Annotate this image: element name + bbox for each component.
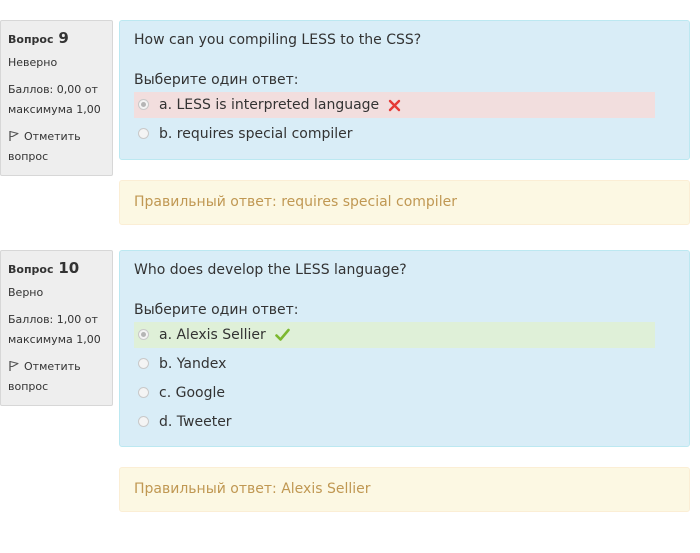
radio-button[interactable] (138, 128, 149, 139)
answer-option-b[interactable]: b. Yandex (134, 351, 655, 377)
question-info: Вопрос 10 Верно Баллов: 1,00 от максимум… (0, 250, 113, 406)
flag-icon[interactable] (8, 129, 22, 141)
answer-option-d[interactable]: d. Tweeter (134, 409, 655, 435)
answer-prompt: Выберите один ответ: (134, 302, 299, 318)
answer-label[interactable]: b. requires special compiler (159, 126, 353, 142)
flag-label-2[interactable]: вопрос (8, 377, 106, 397)
radio-button[interactable] (138, 387, 149, 398)
question-number: Вопрос 9 (8, 27, 106, 51)
question-content: How can you compiling LESS to the CSS? В… (119, 20, 690, 225)
flag-label-2[interactable]: вопрос (8, 147, 106, 167)
correct-check-icon (274, 325, 290, 351)
radio-button[interactable] (138, 329, 149, 340)
flag-label[interactable]: Отметить (24, 130, 81, 143)
answer-option-b[interactable]: b. requires special compiler (134, 121, 655, 147)
answer-label[interactable]: a. LESS is interpreted language (159, 97, 379, 113)
question-number: Вопрос 10 (8, 257, 106, 281)
question-content: Who does develop the LESS language? Выбе… (119, 250, 690, 512)
answer-label[interactable]: a. Alexis Sellier (159, 327, 266, 343)
radio-button[interactable] (138, 99, 149, 110)
question-number-value: 10 (58, 259, 80, 277)
right-answer-feedback: Правильный ответ: requires special compi… (119, 180, 690, 225)
grade-line: Баллов: 0,00 от (8, 83, 98, 96)
question-text: How can you compiling LESS to the CSS? (134, 32, 422, 48)
flag-label[interactable]: Отметить (24, 360, 81, 373)
question-text: Who does develop the LESS language? (134, 262, 407, 278)
question-info: Вопрос 9 Неверно Баллов: 0,00 от максиму… (0, 20, 113, 176)
flag-question-link[interactable]: Отметить вопрос (8, 127, 106, 167)
answer-label[interactable]: d. Tweeter (159, 414, 232, 430)
answer-label[interactable]: b. Yandex (159, 356, 226, 372)
flag-question-link[interactable]: Отметить вопрос (8, 357, 106, 397)
radio-button[interactable] (138, 358, 149, 369)
question-label: Вопрос (8, 263, 54, 276)
flag-icon[interactable] (8, 359, 22, 371)
radio-button[interactable] (138, 416, 149, 427)
question-formulation: How can you compiling LESS to the CSS? В… (119, 20, 690, 160)
answer-prompt: Выберите один ответ: (134, 72, 299, 88)
question-number-value: 9 (58, 29, 69, 47)
grade-line: максимума 1,00 (8, 333, 101, 346)
right-answer-feedback: Правильный ответ: Alexis Sellier (119, 467, 690, 512)
question-grade: Баллов: 0,00 от максимума 1,00 (8, 80, 106, 120)
answer-option-a[interactable]: a. LESS is interpreted language (134, 92, 655, 118)
grade-line: Баллов: 1,00 от (8, 313, 98, 326)
incorrect-cross-icon (388, 95, 401, 121)
grade-line: максимума 1,00 (8, 103, 101, 116)
answer-option-c[interactable]: c. Google (134, 380, 655, 406)
answer-label[interactable]: c. Google (159, 385, 225, 401)
question-formulation: Who does develop the LESS language? Выбе… (119, 250, 690, 447)
question-state: Верно (8, 286, 44, 299)
question-label: Вопрос (8, 33, 54, 46)
question-grade: Баллов: 1,00 от максимума 1,00 (8, 310, 106, 350)
answer-option-a[interactable]: a. Alexis Sellier (134, 322, 655, 348)
question-state: Неверно (8, 56, 58, 69)
